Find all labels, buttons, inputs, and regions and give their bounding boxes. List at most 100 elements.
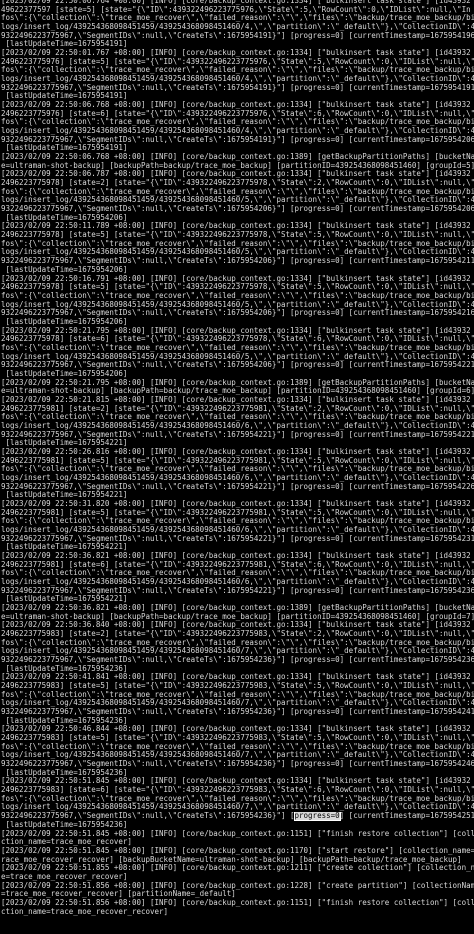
log-line: 9322496223775967,\"SegmentIDs\":null,\"C… (1, 812, 474, 821)
log-line: logs/insert_log/439254368098451459/43925… (1, 352, 474, 361)
log-line: [2023/02/09 22:50:26.816 +08:00] [INFO] … (1, 447, 471, 456)
log-line: logs/insert_log/439254368098451459/43925… (1, 248, 474, 257)
log-line: 9322496223775967,\"SegmentIDs\":null,\"C… (1, 760, 474, 769)
log-line: [2023/02/09 22:50:06.787 +08:00] [INFO] … (1, 170, 471, 179)
log-line: 9322496223775967,\"SegmentIDs\":null,\"C… (1, 430, 474, 439)
log-line: 9322496223775967,\"SegmentIDs\":null,\"C… (1, 708, 474, 717)
log-line: 9322496223775967,\"SegmentIDs\":null,\"C… (1, 205, 474, 214)
log-line: fos\":{\"collection\":\"trace_moe_recove… (1, 118, 474, 127)
log-line: e=ultraman-shot-backup] [backupPath=back… (1, 387, 474, 396)
log-line: [lastUpdateTime=1675954206] (1, 213, 128, 222)
log-line: [lastUpdateTime=1675954206] (1, 265, 128, 274)
log-line: 9322496223775967,\"SegmentIDs\":null,\"C… (1, 135, 474, 144)
log-line: [2023/02/09 22:50:46.844 +08:00] [INFO] … (1, 725, 471, 734)
log-line: [2023/02/09 22:50:11.789 +08:00] [INFO] … (1, 222, 471, 231)
log-line: logs/insert_log/439254368098451459/43925… (1, 75, 474, 84)
log-line: fos\":{\"collection\":\"trace_moe_recove… (1, 343, 474, 352)
log-line: ction_name=trace_moe_recover] (1, 838, 132, 847)
log-line: logs/insert_log/439254368098451459/43925… (1, 473, 474, 482)
log-line: logs/insert_log/439254368098451459/43925… (1, 699, 474, 708)
log-line: [lastUpdateTime=1675954221] (1, 439, 128, 448)
log-line: race_moe_recover_recover] [backupBucketN… (1, 855, 462, 864)
search-highlight: progress=0 (293, 812, 341, 821)
log-line: e=ultraman-shot-backup] [backupPath=back… (1, 161, 474, 170)
log-line: [2023/02/09 22:50:16.791 +08:00] [INFO] … (1, 274, 471, 283)
log-line: fos\":{\"collection\":\"trace_moe_recove… (1, 291, 474, 300)
log-line: logs/insert_log/439254368098451459/43925… (1, 647, 474, 656)
log-line: [lastUpdateTime=1675954236] (1, 716, 128, 725)
log-line: 2496223775981] [state=6] [state="{\"ID\"… (1, 560, 474, 569)
log-line: [2023/02/09 22:50:36.821 +08:00] [INFO] … (1, 552, 471, 560)
log-line: [lastUpdateTime=1675954221] (1, 543, 128, 552)
log-line: fos\":{\"collection\":\"trace_moe_recove… (1, 517, 474, 526)
log-line: [lastUpdateTime=1675954221] (1, 491, 128, 500)
terminal-output[interactable]: [2023/02/09 22:50:06.764 +08:00] [INFO] … (0, 0, 474, 934)
log-line: [2023/02/09 22:50:51.855 +08:00] [INFO] … (1, 864, 474, 873)
log-line: [2023/02/09 22:50:06.768 +08:00] [INFO] … (1, 153, 474, 162)
log-line: fos\":{\"collection\":\"trace_moe_recove… (1, 14, 474, 23)
log-line: logs/insert_log/439254368098451459/43925… (1, 525, 474, 534)
log-line: logs/insert_log/439254368098451459/43925… (1, 803, 474, 812)
log-line: logs/insert_log/439254368098451459/43925… (1, 751, 474, 760)
log-line: [2023/02/09 22:50:36.840 +08:00] [INFO] … (1, 621, 471, 630)
log-line: logs/insert_log/439254368098451459/43925… (1, 421, 474, 430)
log-line: 2496223775978] [state=6] [state="{\"ID\"… (1, 335, 474, 344)
log-line: 2496223775983] [state=6] [state="{\"ID\"… (1, 786, 474, 795)
log-line: [2023/02/09 22:50:51.856 +08:00] [INFO] … (1, 881, 474, 890)
log-line: 9322496223775967,\"SegmentIDs\":null,\"C… (1, 83, 474, 92)
log-line: 2496223775976] [state=6] [state="{\"ID\"… (1, 109, 474, 118)
log-line: [2023/02/09 22:50:51.856 +08:00] [INFO] … (1, 898, 474, 907)
log-line: 9322496223775967,\"SegmentIDs\":null,\"C… (1, 257, 474, 266)
log-line: 49622377597 [state=5] [state="{\"ID\":43… (1, 5, 471, 14)
log-line: [2023/02/09 22:50:31.820 +08:00] [INFO] … (1, 499, 471, 508)
log-line: e=ultraman-shot-backup] [backupPath=back… (1, 612, 474, 621)
log-line: [lastUpdateTime=1675954221] (1, 595, 128, 604)
log-line: fos\":{\"collection\":\"trace_moe_recove… (1, 690, 474, 699)
log-line: fos\":{\"collection\":\"trace_moe_recove… (1, 413, 474, 422)
log-line: 9322496223775967,\"SegmentIDs\":null,\"C… (1, 482, 474, 491)
log-line: 9322496223775967,\"SegmentIDs\":null,\"C… (1, 361, 474, 370)
log-line: 9322496223775967,\"SegmentIDs\":null,\"C… (1, 586, 474, 595)
log-line: 2496223775981] [state=5] [state="{\"ID\"… (1, 456, 474, 465)
log-line: ction_name=trace_moe_recover_recover] (1, 907, 169, 916)
log-line: [2023/02/09 22:50:21.795 +08:00] [INFO] … (1, 326, 471, 335)
log-line: logs/insert_log/439254368098451459/43925… (1, 300, 474, 309)
log-line: [lastUpdateTime=1675954206] (1, 369, 128, 378)
log-line: [2023/02/09 22:50:51.845 +08:00] [INFO] … (1, 829, 474, 838)
log-line: 9322496223775967,\"SegmentIDs\":null,\"C… (1, 309, 474, 318)
log-line: [2023/02/09 22:50:21.815 +08:00] [INFO] … (1, 395, 471, 404)
log-line: fos\":{\"collection\":\"trace_moe_recove… (1, 794, 474, 803)
log-line: 2496223775978] [state=5] [state="{\"ID\"… (1, 283, 474, 292)
log-line: [2023/02/09 22:50:51.845 +08:00] [INFO] … (1, 846, 474, 855)
log-line: 2496223775983] [state=2] [state="{\"ID\"… (1, 630, 474, 639)
log-line: fos\":{\"collection\":\"trace_moe_recove… (1, 187, 474, 196)
log-line: 2496223775981] [state=5] [state="{\"ID\"… (1, 508, 474, 517)
log-line: [2023/02/09 22:50:06.768 +08:00] [INFO] … (1, 101, 471, 110)
log-line: 2496223775978] [state=5] [state="{\"ID\"… (1, 231, 474, 240)
log-line: logs/insert_log/439254368098451459/43925… (1, 578, 474, 587)
log-line: [lastUpdateTime=1675954206] (1, 317, 128, 326)
log-line: [2023/02/09 22:50:01.767 +08:00] [INFO] … (1, 49, 471, 58)
log-line: fos\":{\"collection\":\"trace_moe_recove… (1, 66, 474, 75)
log-line: [lastUpdateTime=1675954191] (1, 40, 128, 49)
log-line: fos\":{\"collection\":\"trace_moe_recove… (1, 239, 474, 248)
log-line: 2496223775983] [state=5] [state="{\"ID\"… (1, 682, 474, 691)
log-line: [2023/02/09 22:50:36.821 +08:00] [INFO] … (1, 604, 474, 613)
log-line: [2023/02/09 22:50:41.841 +08:00] [INFO] … (1, 673, 471, 682)
log-line: 9322496223775967,\"SegmentIDs\":null,\"C… (1, 31, 474, 40)
log-line: =trace_moe_recover_recover] [partitionNa… (1, 890, 236, 899)
log-line: fos\":{\"collection\":\"trace_moe_recove… (1, 638, 474, 647)
log-line: [lastUpdateTime=1675954236] (1, 768, 128, 777)
log-line: fos\":{\"collection\":\"trace_moe_recove… (1, 742, 474, 751)
log-line: fos\":{\"collection\":\"trace_moe_recove… (1, 569, 474, 578)
log-line: 2496223775983] [state=5] [state="{\"ID\"… (1, 734, 474, 743)
log-line: logs/insert_log/439254368098451459/43925… (1, 23, 474, 32)
log-line: 9322496223775967,\"SegmentIDs\":null,\"C… (1, 656, 474, 665)
log-line: [lastUpdateTime=1675954191] (1, 144, 128, 153)
log-line: [2023/02/09 22:50:51.845 +08:00] [INFO] … (1, 777, 471, 786)
log-line: [lastUpdateTime=1675954191] (1, 92, 128, 101)
log-line: 2496223775978] [state=2] [state="{\"ID\"… (1, 179, 474, 188)
log-line: 2496223775981] [state=2] [state="{\"ID\"… (1, 404, 474, 413)
log-line: [lastUpdateTime=1675954236] (1, 820, 128, 829)
log-line: e=trace_moe_recover_recover] (1, 872, 128, 881)
